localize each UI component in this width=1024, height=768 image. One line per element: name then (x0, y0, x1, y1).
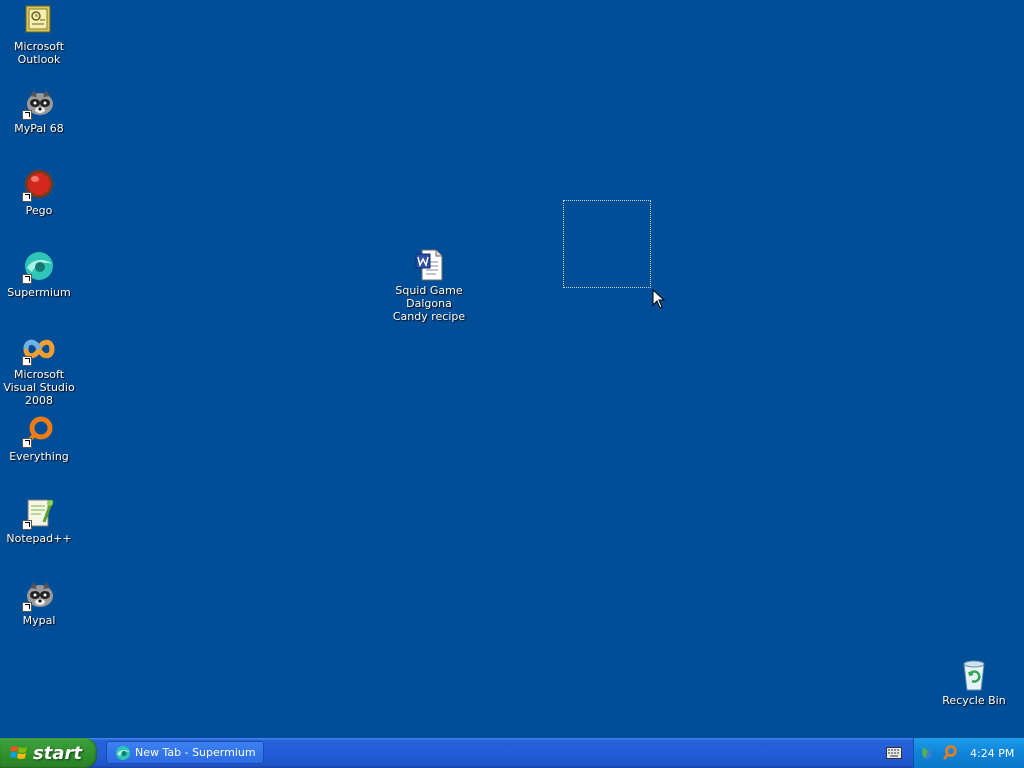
mypal-icon (22, 578, 56, 612)
keyboard-icon[interactable] (886, 747, 902, 759)
visual-studio-icon (22, 332, 56, 366)
selection-marquee (563, 200, 651, 288)
shortcut-arrow-icon (22, 110, 32, 120)
desktop-icon-label: Microsoft Visual Studio 2008 (3, 368, 75, 407)
mypal-icon (22, 86, 56, 120)
shortcut-arrow-icon (22, 438, 32, 448)
desktop-icon-label: Squid Game Dalgona Candy recipe (392, 284, 466, 323)
pego-icon (22, 168, 56, 202)
desktop-icon-pego[interactable]: Pego (0, 168, 78, 217)
taskbar-button-supermium[interactable]: New Tab - Supermium (106, 741, 264, 764)
desktop-icon-supermium[interactable]: Supermium (0, 250, 78, 299)
notepadpp-icon (22, 496, 56, 530)
desktop-icon-label: Supermium (7, 286, 71, 299)
desktop-icon-label: Recycle Bin (942, 694, 1006, 707)
start-label: start (33, 742, 82, 764)
desktop-icon-label: Mypal (22, 614, 56, 627)
desktop-icon-label: Notepad++ (6, 532, 72, 545)
outlook-icon (22, 4, 56, 38)
shortcut-arrow-icon (22, 192, 32, 202)
start-button[interactable]: start (0, 738, 97, 768)
desktop-icon-recycle-bin[interactable]: Recycle Bin (935, 658, 1013, 707)
everything-icon (22, 414, 56, 448)
desktop-icon-label: MyPal 68 (14, 122, 64, 135)
word-document-icon (412, 248, 446, 282)
supermium-icon (22, 250, 56, 284)
desktop-icon-mypal-68[interactable]: MyPal 68 (0, 86, 78, 135)
shortcut-arrow-icon (22, 274, 32, 284)
windows-flag-icon (10, 746, 27, 759)
desktop-icon-microsoft-outlook[interactable]: Microsoft Outlook (0, 4, 78, 66)
supermium-icon (116, 745, 130, 760)
taskbar-button-label: New Tab - Supermium (135, 746, 256, 759)
desktop-icon-label: Everything (9, 450, 69, 463)
system-tray: 4:24 PM (913, 738, 1024, 768)
clock[interactable]: 4:24 PM (970, 747, 1014, 760)
recycle-bin-icon (957, 658, 991, 692)
desktop-icon-label: Microsoft Outlook (13, 40, 65, 66)
desktop-icon-everything[interactable]: Everything (0, 414, 78, 463)
desktop-icon-visual-studio-2008[interactable]: Microsoft Visual Studio 2008 (0, 332, 78, 407)
mouse-pointer-icon (652, 289, 666, 309)
network-icon[interactable] (920, 745, 936, 761)
taskbar: start New Tab - Supermium 4:24 PM (0, 738, 1024, 768)
shortcut-arrow-icon (22, 520, 32, 530)
desktop[interactable]: Microsoft Outlook MyPal 68 Pego Supermiu… (0, 0, 1024, 738)
search-icon[interactable] (942, 745, 958, 761)
desktop-icon-mypal[interactable]: Mypal (0, 578, 78, 627)
shortcut-arrow-icon (22, 602, 32, 612)
shortcut-arrow-icon (22, 356, 32, 366)
desktop-icon-notepadpp[interactable]: Notepad++ (0, 496, 78, 545)
desktop-icon-word-document[interactable]: Squid Game Dalgona Candy recipe (390, 248, 468, 323)
desktop-icon-label: Pego (25, 204, 53, 217)
